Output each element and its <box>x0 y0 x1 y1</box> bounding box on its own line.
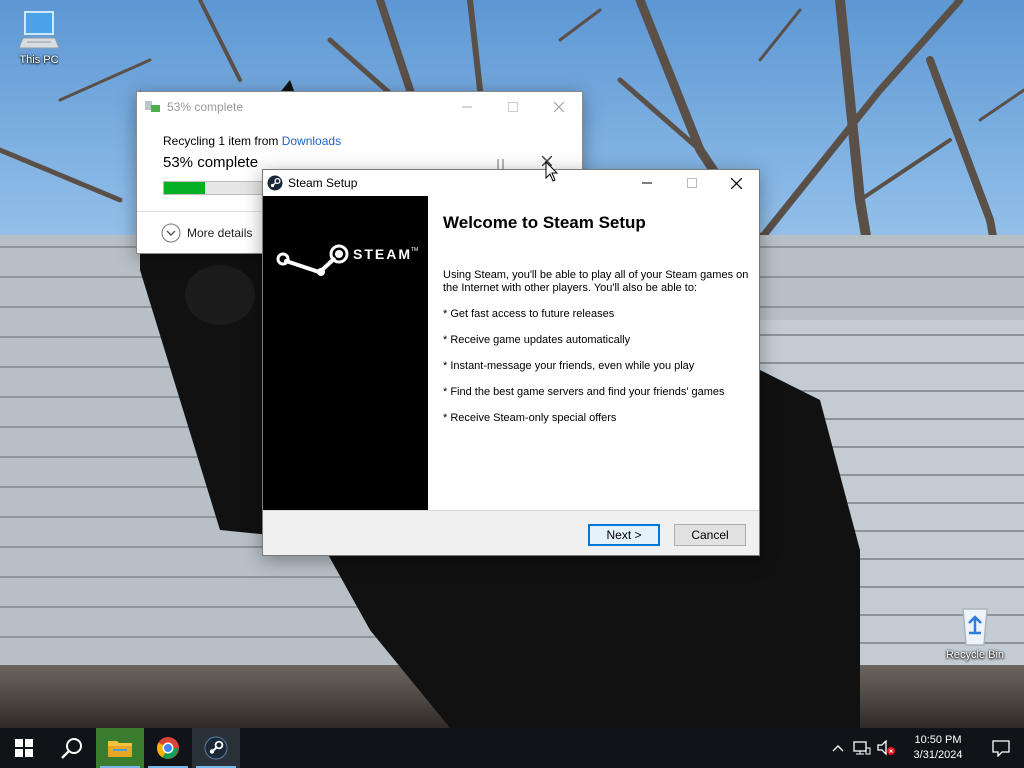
file-operation-icon <box>145 101 160 112</box>
divider <box>263 510 759 511</box>
message-text: Recycling 1 item from <box>163 134 282 148</box>
taskbar-chrome[interactable] <box>144 728 192 768</box>
feature-list: * Get fast access to future releases * R… <box>443 308 725 438</box>
windows-logo-icon <box>15 739 33 757</box>
network-button[interactable] <box>850 728 874 768</box>
network-icon <box>853 741 871 755</box>
next-button[interactable]: Next > <box>588 524 660 546</box>
maximize-icon <box>508 102 518 112</box>
more-details-button[interactable]: More details <box>187 226 252 240</box>
cancel-button[interactable]: Cancel <box>674 524 746 546</box>
clock-time: 10:50 PM <box>914 734 962 746</box>
volume-button[interactable] <box>874 728 898 768</box>
steam-setup-window: Steam Setup STEAM TM Welcome to Steam Se… <box>262 169 760 556</box>
file-explorer-icon <box>108 741 132 757</box>
desktop-icon-recycle-bin[interactable]: Recycle Bin <box>940 603 1010 661</box>
chevron-down-icon[interactable] <box>161 223 181 243</box>
operation-message: Recycling 1 item from Downloads <box>163 134 341 148</box>
list-item: * Get fast access to future releases <box>443 308 615 320</box>
system-tray: 10:50 PM 3/31/2024 <box>826 728 1024 768</box>
close-icon <box>731 177 742 189</box>
volume-muted-icon <box>877 740 895 756</box>
desktop-icon-this-pc[interactable]: This PC <box>4 8 74 66</box>
maximize-button[interactable] <box>669 170 714 196</box>
steam-icon <box>267 175 283 191</box>
chrome-icon <box>157 737 179 759</box>
steam-logo: STEAM TM <box>276 244 418 276</box>
search-icon <box>61 738 82 759</box>
list-item: * Receive game updates automatically <box>443 334 631 346</box>
list-item: * Receive Steam-only special offers <box>443 412 617 424</box>
search-button[interactable] <box>48 728 96 768</box>
show-hidden-icons-button[interactable] <box>826 728 850 768</box>
percent-complete: 53% complete <box>163 154 259 171</box>
minimize-button[interactable] <box>444 92 490 122</box>
taskbar-steam[interactable] <box>192 728 240 768</box>
mouse-cursor-icon <box>545 161 559 182</box>
window-title: Steam Setup <box>288 176 358 190</box>
steam-logo-text: STEAM <box>353 246 412 262</box>
steam-logo-tm: TM <box>411 247 418 253</box>
minimize-icon <box>462 106 472 108</box>
list-item: * Instant-message your friends, even whi… <box>443 360 695 372</box>
maximize-icon <box>686 178 697 188</box>
minimize-button[interactable] <box>624 170 669 196</box>
page-title: Welcome to Steam Setup <box>443 213 646 232</box>
clock-date: 3/31/2024 <box>913 749 963 761</box>
taskbar-file-explorer[interactable] <box>96 728 144 768</box>
source-folder-link[interactable]: Downloads <box>282 134 341 148</box>
taskbar: 10:50 PM 3/31/2024 <box>0 728 1024 768</box>
recycle-bin-icon <box>962 608 988 646</box>
close-button[interactable] <box>714 170 759 196</box>
desktop-icon-label: This PC <box>19 54 59 66</box>
chevron-up-icon <box>832 745 844 752</box>
start-button[interactable] <box>0 728 48 768</box>
notification-icon <box>992 740 1010 757</box>
minimize-icon <box>641 182 652 184</box>
clock[interactable]: 10:50 PM 3/31/2024 <box>898 733 978 763</box>
desktop-icon-label: Recycle Bin <box>945 649 1005 661</box>
pause-icon <box>497 159 504 169</box>
computer-icon <box>19 11 59 49</box>
installer-side-banner: STEAM TM <box>263 196 428 510</box>
close-icon <box>554 102 564 112</box>
installer-content: Welcome to Steam Setup Using Steam, you'… <box>428 196 759 510</box>
steam-icon <box>204 736 228 760</box>
window-title: 53% complete <box>167 100 244 114</box>
progress-bar-fill <box>164 182 206 194</box>
list-item: * Find the best game servers and find yo… <box>443 386 725 398</box>
action-center-button[interactable] <box>978 728 1024 768</box>
close-button[interactable] <box>536 92 582 122</box>
maximize-button[interactable] <box>490 92 536 122</box>
intro-text: Using Steam, you'll be able to play all … <box>443 269 749 294</box>
